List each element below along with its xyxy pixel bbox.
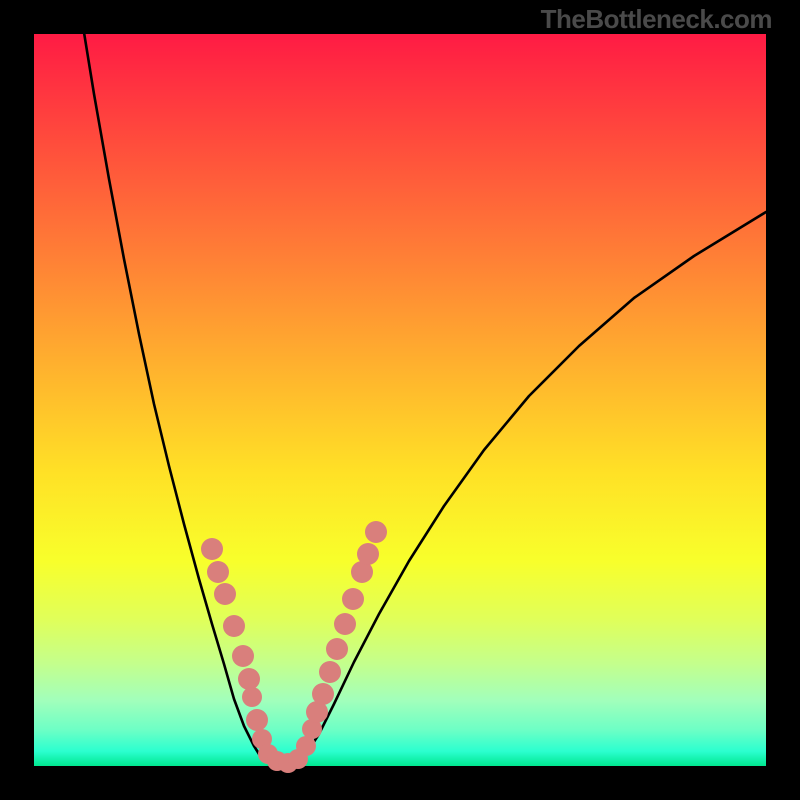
chart-svg [34, 34, 766, 766]
data-marker [207, 561, 229, 583]
data-marker [214, 583, 236, 605]
data-marker [242, 687, 262, 707]
data-marker [201, 538, 223, 560]
data-marker [357, 543, 379, 565]
data-marker [334, 613, 356, 635]
attribution-text: TheBottleneck.com [541, 4, 772, 35]
data-marker [232, 645, 254, 667]
data-marker [342, 588, 364, 610]
plot-area [34, 34, 766, 766]
bottleneck-curve [81, 14, 766, 764]
data-marker [365, 521, 387, 543]
data-marker [238, 668, 260, 690]
data-marker [246, 709, 268, 731]
data-marker [312, 683, 334, 705]
data-markers [201, 521, 387, 773]
data-marker [319, 661, 341, 683]
chart-frame: TheBottleneck.com [0, 0, 800, 800]
data-marker [223, 615, 245, 637]
data-marker [326, 638, 348, 660]
data-marker [296, 736, 316, 756]
curve-line [81, 14, 766, 764]
